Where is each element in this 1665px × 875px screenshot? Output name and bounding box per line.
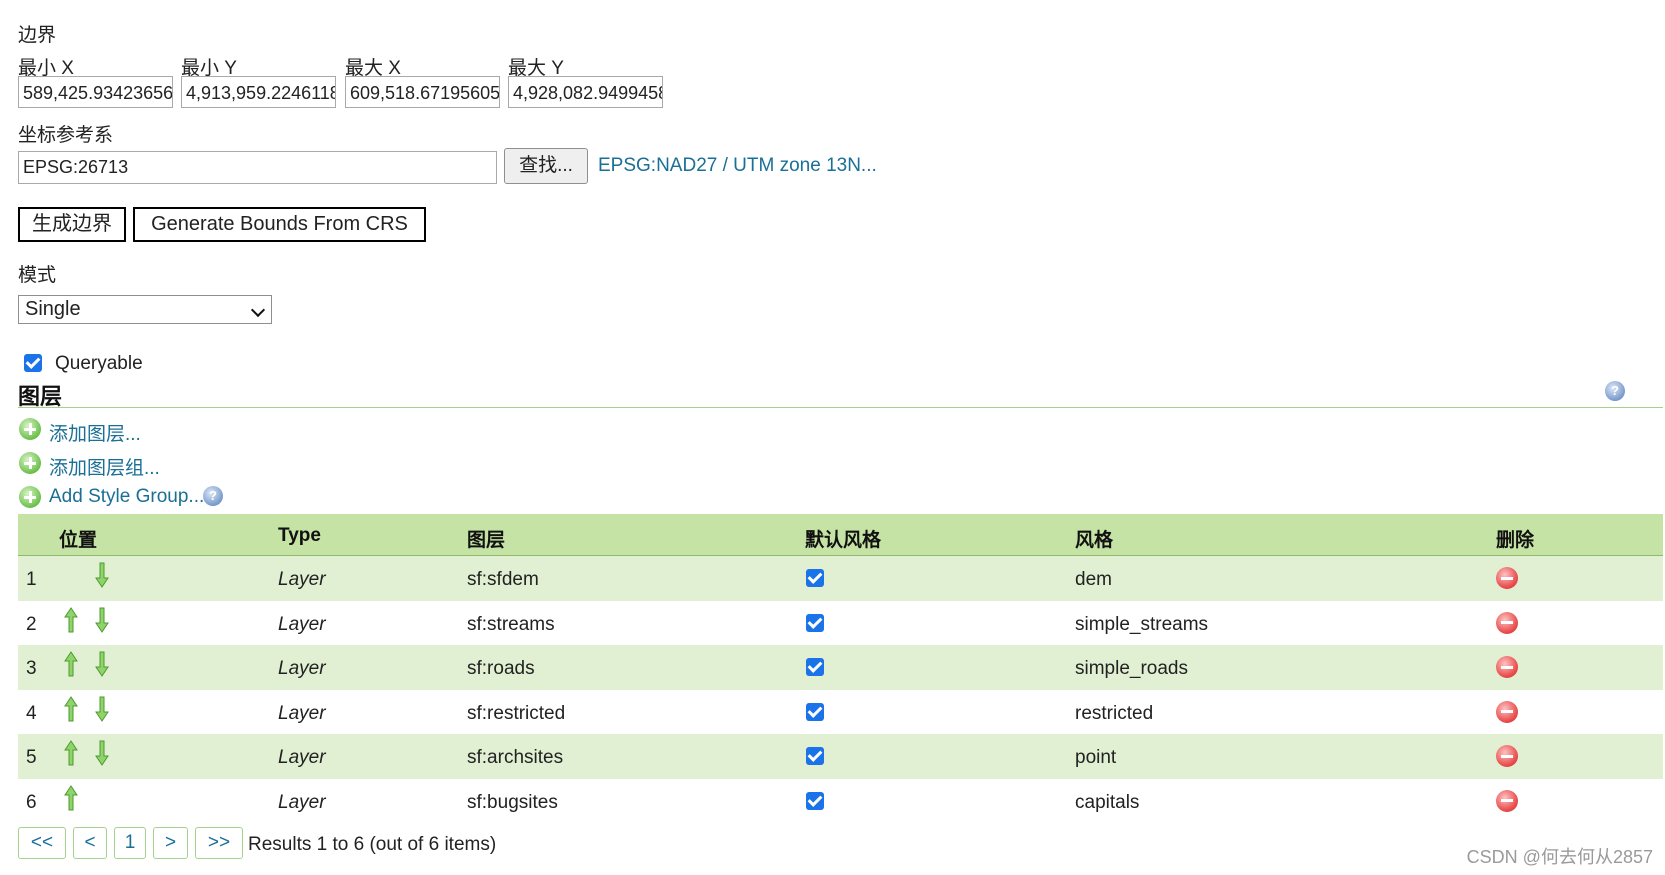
min-x-field[interactable]: 589,425.93423656 bbox=[18, 76, 173, 108]
pager-first-button[interactable]: << bbox=[18, 827, 66, 859]
remove-icon[interactable] bbox=[1496, 611, 1518, 634]
table-row: 1 Layer sf:sfdem dem bbox=[18, 556, 1663, 601]
chevron-down-icon bbox=[250, 302, 266, 318]
remove-icon[interactable] bbox=[1496, 745, 1518, 767]
table-row: 3 Layer sf:roads simple_roads bbox=[18, 645, 1663, 690]
row-type: Layer bbox=[278, 569, 326, 590]
add-style-group-link[interactable]: Add Style Group... bbox=[49, 486, 204, 508]
crs-link[interactable]: EPSG:NAD27 / UTM zone 13N... bbox=[598, 155, 877, 177]
header-style[interactable]: 风格 bbox=[1075, 525, 1113, 552]
row-layer: sf:roads bbox=[467, 658, 535, 679]
pager-last-button[interactable]: >> bbox=[195, 827, 243, 859]
header-default-style[interactable]: 默认风格 bbox=[805, 525, 881, 552]
row-position: 3 bbox=[26, 658, 37, 679]
max-x-field[interactable]: 609,518.67195605 bbox=[345, 76, 500, 108]
row-layer: sf:restricted bbox=[467, 702, 566, 724]
default-style-checkbox[interactable] bbox=[806, 613, 824, 632]
row-type: Layer bbox=[278, 613, 326, 635]
row-style-link[interactable]: restricted bbox=[1075, 703, 1153, 725]
header-layer[interactable]: 图层 bbox=[467, 525, 505, 552]
mode-label: 模式 bbox=[18, 265, 57, 286]
pager-page-button[interactable]: 1 bbox=[114, 827, 146, 859]
table-row: 5 Layer sf:archsites point bbox=[18, 734, 1663, 779]
bounds-title: 边界 bbox=[18, 25, 57, 46]
table-row: 2 Layer sf:streams simple_streams bbox=[18, 601, 1663, 646]
watermark: CSDN @何去何从2857 bbox=[1466, 847, 1653, 867]
row-type: Layer bbox=[278, 702, 326, 724]
generate-bounds-button[interactable]: 生成边界 bbox=[18, 207, 126, 242]
row-style-link[interactable]: simple_roads bbox=[1075, 658, 1188, 680]
pager-prev-button[interactable]: < bbox=[73, 827, 107, 859]
table-row: 4 Layer sf:restricted restricted bbox=[18, 690, 1663, 735]
move-down-icon[interactable] bbox=[94, 696, 110, 722]
mode-selected-value: Single bbox=[25, 298, 81, 320]
mode-select[interactable]: Single bbox=[18, 295, 272, 324]
row-style-link[interactable]: dem bbox=[1075, 569, 1112, 591]
layers-table-header: 位置 Type 图层 默认风格 风格 删除 bbox=[18, 514, 1663, 556]
help-icon[interactable]: ? bbox=[1605, 381, 1625, 401]
pager-next-button[interactable]: > bbox=[153, 827, 188, 859]
row-style-link[interactable]: simple_streams bbox=[1075, 614, 1208, 636]
crs-label: 坐标参考系 bbox=[18, 125, 114, 146]
header-position[interactable]: 位置 bbox=[59, 525, 97, 552]
row-type: Layer bbox=[278, 791, 326, 813]
find-crs-button[interactable]: 查找... bbox=[504, 148, 588, 184]
remove-icon[interactable] bbox=[1496, 700, 1518, 723]
row-position: 2 bbox=[26, 613, 37, 635]
max-y-field[interactable]: 4,928,082.949945848 bbox=[508, 76, 663, 108]
queryable-label: Queryable bbox=[55, 353, 143, 374]
add-icon[interactable] bbox=[19, 486, 41, 508]
default-style-checkbox[interactable] bbox=[806, 747, 824, 765]
add-icon[interactable] bbox=[19, 452, 41, 474]
add-icon[interactable] bbox=[19, 418, 41, 440]
row-layer: sf:archsites bbox=[467, 747, 564, 768]
header-delete[interactable]: 删除 bbox=[1496, 525, 1534, 552]
min-y-field[interactable]: 4,913,959.224611838 bbox=[181, 76, 336, 108]
move-down-icon[interactable] bbox=[94, 651, 110, 677]
row-style-link[interactable]: capitals bbox=[1075, 792, 1139, 814]
row-type: Layer bbox=[278, 747, 326, 768]
row-layer: sf:sfdem bbox=[467, 569, 539, 590]
queryable-checkbox[interactable] bbox=[24, 354, 42, 372]
move-down-icon[interactable] bbox=[94, 562, 110, 588]
row-position: 1 bbox=[26, 569, 37, 590]
pager-summary: Results 1 to 6 (out of 6 items) bbox=[248, 834, 497, 855]
move-up-icon[interactable] bbox=[63, 606, 79, 633]
section-divider bbox=[18, 407, 1663, 408]
move-down-icon[interactable] bbox=[94, 740, 110, 766]
move-up-icon[interactable] bbox=[63, 784, 79, 811]
remove-icon[interactable] bbox=[1496, 789, 1518, 812]
remove-icon[interactable] bbox=[1496, 567, 1518, 589]
row-layer: sf:bugsites bbox=[467, 791, 558, 813]
default-style-checkbox[interactable] bbox=[806, 702, 824, 721]
default-style-checkbox[interactable] bbox=[806, 658, 824, 676]
add-layer-link[interactable]: 添加图层... bbox=[49, 419, 141, 446]
move-up-icon[interactable] bbox=[63, 695, 79, 722]
row-position: 5 bbox=[26, 747, 37, 768]
move-down-icon[interactable] bbox=[94, 607, 110, 633]
default-style-checkbox[interactable] bbox=[806, 791, 824, 810]
generate-bounds-from-crs-button[interactable]: Generate Bounds From CRS bbox=[133, 207, 426, 242]
header-type[interactable]: Type bbox=[278, 525, 321, 547]
row-type: Layer bbox=[278, 658, 326, 679]
help-icon[interactable]: ? bbox=[203, 486, 223, 506]
row-layer: sf:streams bbox=[467, 613, 555, 635]
add-layer-group-link[interactable]: 添加图层组... bbox=[49, 453, 160, 480]
row-position: 6 bbox=[26, 791, 37, 813]
move-up-icon[interactable] bbox=[63, 740, 79, 766]
row-position: 4 bbox=[26, 702, 37, 724]
table-row: 6 Layer sf:bugsites capitals bbox=[18, 779, 1663, 824]
default-style-checkbox[interactable] bbox=[806, 569, 824, 587]
remove-icon[interactable] bbox=[1496, 656, 1518, 678]
move-up-icon[interactable] bbox=[63, 651, 79, 677]
row-style-link[interactable]: point bbox=[1075, 747, 1116, 769]
crs-input[interactable]: EPSG:26713 bbox=[18, 151, 497, 184]
